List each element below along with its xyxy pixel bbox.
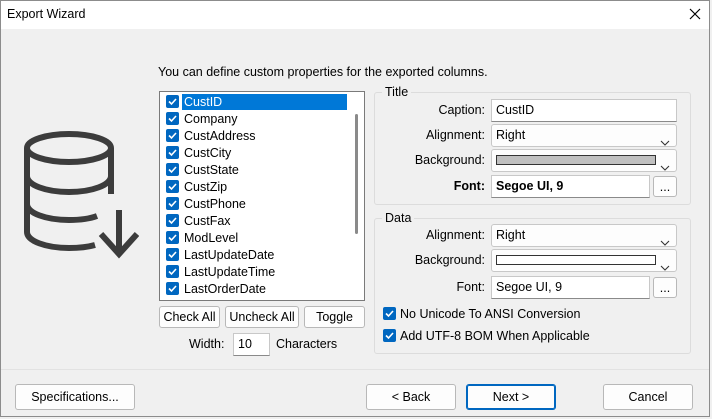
next-button[interactable]: Next > — [466, 384, 556, 410]
checkbox-checked[interactable] — [166, 231, 179, 244]
checkbox-checked[interactable] — [166, 112, 179, 125]
specifications-button[interactable]: Specifications... — [15, 384, 135, 410]
list-item[interactable]: Company — [164, 110, 349, 127]
list-item[interactable]: CustID — [164, 93, 349, 110]
title-bar: Export Wizard — [1, 1, 709, 29]
list-item[interactable]: LastOrderDate — [164, 280, 349, 297]
database-export-icon — [23, 128, 140, 267]
list-item-label: ModLevel — [184, 231, 239, 245]
list-item-label: CustState — [184, 163, 239, 177]
title-font-browse-button[interactable]: ... — [653, 176, 677, 197]
title-background-label: Background: — [414, 153, 485, 167]
list-item-label: LastUpdateDate — [184, 248, 275, 262]
title-alignment-select[interactable]: Right — [491, 124, 677, 147]
caption-label: Caption: — [438, 103, 485, 117]
uncheck-all-button[interactable]: Uncheck All — [225, 306, 299, 328]
toggle-button[interactable]: Toggle — [304, 306, 365, 328]
title-alignment-label: Alignment: — [425, 128, 485, 142]
list-item-label: Company — [184, 112, 238, 126]
list-item-label: CustAddress — [184, 129, 256, 143]
list-item[interactable]: CustPhone — [164, 195, 349, 212]
check-all-button[interactable]: Check All — [159, 306, 220, 328]
chevron-down-icon — [660, 257, 670, 277]
width-unit-label: Characters — [276, 337, 338, 351]
checkbox-checked[interactable] — [166, 163, 179, 176]
data-font-input[interactable]: Segoe UI, 9 — [491, 276, 650, 299]
list-scrollbar[interactable] — [352, 96, 362, 298]
utf8-bom-checkbox[interactable] — [383, 329, 396, 342]
title-font-input[interactable]: Segoe UI, 9 — [491, 175, 650, 198]
data-group-heading: Data — [382, 211, 415, 225]
list-item-label: LastOrderDate — [184, 282, 266, 296]
data-background-label: Background: — [414, 253, 485, 267]
close-icon[interactable] — [685, 4, 705, 24]
export-wizard-window: Export Wizard You can define custom prop… — [0, 0, 710, 417]
checkbox-checked[interactable] — [166, 146, 179, 159]
columns-listbox[interactable]: CustID Company CustAddress CustCity Cust… — [159, 91, 365, 301]
width-input[interactable]: 10 — [233, 333, 270, 356]
list-item[interactable]: ModLevel — [164, 229, 349, 246]
scrollbar-thumb[interactable] — [355, 114, 358, 234]
list-item-label: CustID — [182, 94, 347, 110]
list-item-label: CustPhone — [184, 197, 246, 211]
checkbox-checked[interactable] — [166, 180, 179, 193]
list-item[interactable]: CustState — [164, 161, 349, 178]
checkbox-checked[interactable] — [166, 129, 179, 142]
chevron-down-icon — [660, 157, 670, 177]
list-item[interactable]: CustZip — [164, 178, 349, 195]
utf8-bom-label[interactable]: Add UTF-8 BOM When Applicable — [400, 329, 590, 343]
window-title: Export Wizard — [7, 7, 86, 21]
no-unicode-checkbox[interactable] — [383, 307, 396, 320]
title-group-heading: Title — [382, 85, 412, 99]
data-font-label: Font: — [456, 280, 486, 294]
data-background-swatch — [496, 255, 656, 265]
checkbox-checked[interactable] — [166, 214, 179, 227]
list-item[interactable]: CustCity — [164, 144, 349, 161]
list-item[interactable]: LastUpdateDate — [164, 246, 349, 263]
title-background-swatch — [496, 155, 656, 165]
data-alignment-value: Right — [496, 228, 526, 242]
intro-text: You can define custom properties for the… — [158, 65, 488, 79]
title-background-select[interactable] — [491, 149, 677, 172]
list-item[interactable]: LastUpdateTime — [164, 263, 349, 280]
list-item[interactable]: CustFax — [164, 212, 349, 229]
data-font-browse-button[interactable]: ... — [653, 277, 677, 298]
title-font-label: Font: — [453, 179, 485, 193]
list-item[interactable]: CustAddress — [164, 127, 349, 144]
list-item-label: CustCity — [184, 146, 232, 160]
list-item-label: CustZip — [184, 180, 228, 194]
title-alignment-value: Right — [496, 128, 526, 142]
width-label: Width: — [189, 337, 225, 351]
cancel-button[interactable]: Cancel — [603, 384, 693, 410]
data-alignment-label: Alignment: — [425, 228, 485, 242]
checkbox-checked[interactable] — [166, 197, 179, 210]
footer-divider — [1, 369, 709, 370]
data-background-select[interactable] — [491, 249, 677, 272]
back-button[interactable]: < Back — [366, 384, 456, 410]
caption-input[interactable]: CustID — [491, 99, 677, 122]
list-item-label: CustFax — [184, 214, 231, 228]
checkbox-checked[interactable] — [166, 248, 179, 261]
no-unicode-label[interactable]: No Unicode To ANSI Conversion — [400, 307, 580, 321]
checkbox-checked[interactable] — [166, 95, 179, 108]
checkbox-checked[interactable] — [166, 282, 179, 295]
checkbox-checked[interactable] — [166, 265, 179, 278]
data-alignment-select[interactable]: Right — [491, 224, 677, 247]
list-item-label: LastUpdateTime — [184, 265, 276, 279]
